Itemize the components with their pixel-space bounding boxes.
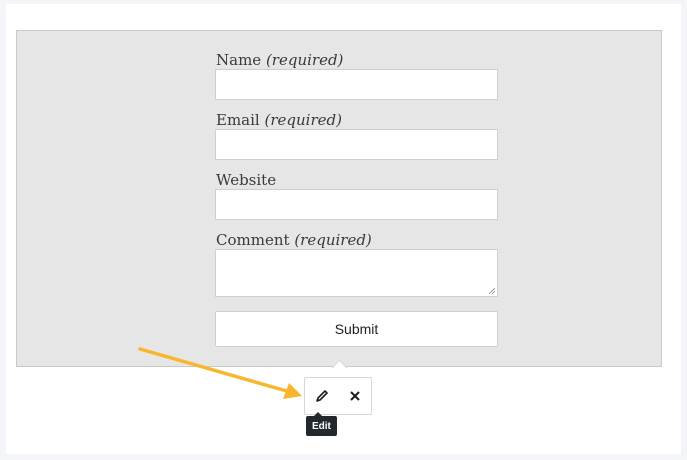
annotation-arrow	[138, 347, 302, 399]
